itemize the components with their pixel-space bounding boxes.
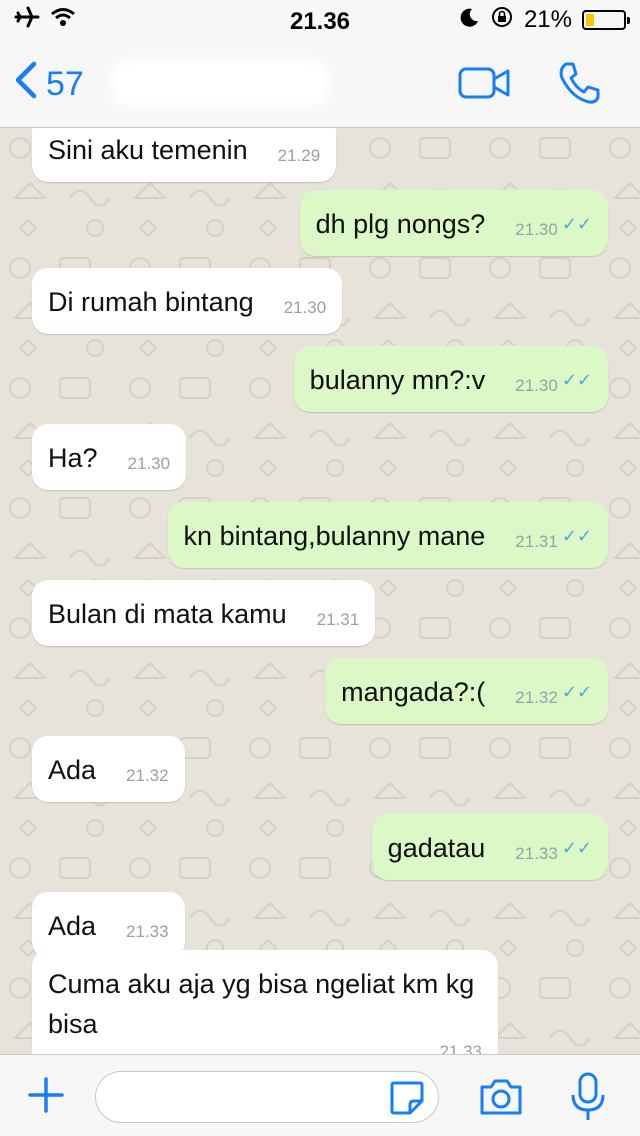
- message-text: kn bintang,bulanny mane: [183, 521, 486, 551]
- message-text: mangada?:(: [341, 677, 486, 707]
- message-text: dh plg nongs?: [315, 209, 486, 239]
- message-text: bulanny mn?:v: [309, 365, 486, 395]
- message-bubble-incoming[interactable]: Di rumah bintang 21.30: [32, 268, 343, 334]
- message-time: 21.31: [316, 610, 360, 629]
- chat-area[interactable]: Sini aku temenin 21.29 dh plg nongs? 21.30…: [0, 128, 640, 1054]
- message-bubble-incoming[interactable]: Sini aku temenin 21.29: [32, 128, 337, 182]
- plus-icon: [26, 1077, 66, 1119]
- message-time: 21.32: [515, 688, 558, 707]
- message-time: 21.29: [277, 146, 321, 165]
- message-time: 21.30: [127, 454, 171, 473]
- message-bubble-incoming[interactable]: Ada 21.32: [32, 736, 185, 802]
- message-text: gadatau: [387, 833, 486, 863]
- back-button[interactable]: 57: [14, 60, 84, 109]
- message-time: 21.32: [126, 766, 169, 785]
- message-text: Sini aku temenin: [48, 135, 248, 165]
- message-bubble-outgoing[interactable]: gadatau 21.33 ✓✓: [371, 814, 608, 880]
- attach-button[interactable]: [26, 1075, 66, 1120]
- sticker-icon: [388, 1081, 426, 1121]
- back-count: 57: [46, 65, 84, 103]
- do-not-disturb-icon: [460, 6, 480, 34]
- message-bubble-incoming[interactable]: Bulan di mata kamu 21.31: [32, 580, 376, 646]
- status-bar: 21.36 21%: [0, 0, 640, 40]
- battery-icon: [582, 10, 630, 30]
- message-text: Ada: [48, 911, 97, 941]
- message-bubble-outgoing[interactable]: mangada?:( 21.32 ✓✓: [325, 658, 608, 724]
- read-receipt-icon: ✓✓: [561, 526, 592, 546]
- message-text: Ada: [48, 755, 97, 785]
- status-left: [14, 6, 76, 35]
- camera-icon: [478, 1079, 524, 1121]
- voice-message-button[interactable]: [570, 1071, 606, 1128]
- message-time: 21.33: [515, 844, 558, 863]
- message-time: 21.30: [515, 220, 558, 239]
- orientation-lock-icon: [490, 5, 514, 36]
- message-bubble-outgoing[interactable]: kn bintang,bulanny mane 21.31 ✓✓: [167, 502, 608, 568]
- message-text: Bulan di mata kamu: [48, 599, 287, 629]
- wifi-icon: [50, 6, 76, 34]
- read-receipt-icon: ✓✓: [561, 370, 592, 390]
- message-bubble-outgoing[interactable]: dh plg nongs? 21.30 ✓✓: [299, 190, 608, 256]
- microphone-icon: [570, 1072, 606, 1127]
- voice-call-button[interactable]: [556, 60, 602, 111]
- message-bubble-outgoing[interactable]: bulanny mn?:v 21.30 ✓✓: [293, 346, 608, 412]
- airplane-mode-icon: [14, 6, 40, 35]
- message-time: 21.30: [515, 376, 558, 395]
- battery-fill: [586, 14, 594, 26]
- camera-button[interactable]: [478, 1077, 524, 1122]
- read-receipt-icon: ✓✓: [561, 214, 592, 234]
- message-time: 21.33: [126, 922, 169, 941]
- chevron-left-icon: [14, 60, 38, 109]
- battery-percent: 21%: [523, 6, 572, 33]
- phone-icon: [556, 62, 602, 110]
- video-camera-icon: [458, 67, 510, 104]
- message-time: 21.33: [439, 1042, 482, 1054]
- read-receipt-icon: ✓✓: [561, 838, 592, 858]
- contact-name-redacted[interactable]: [110, 58, 330, 108]
- composer-bar: [0, 1054, 640, 1136]
- video-call-button[interactable]: [458, 66, 510, 105]
- message-time: 21.30: [283, 298, 327, 317]
- message-bubble-incoming[interactable]: Ha? 21.30: [32, 424, 187, 490]
- message-text: Ha?: [48, 443, 98, 473]
- message-time: 21.31: [515, 532, 558, 551]
- read-receipt-icon: ✓✓: [561, 682, 592, 702]
- chat-header: 57: [0, 40, 640, 128]
- message-bubble-incoming[interactable]: Cuma aku aja yg bisa ngeliat km kg bisa …: [32, 950, 498, 1054]
- message-bubble-incoming[interactable]: Ada 21.33: [32, 892, 185, 958]
- message-text: Di rumah bintang: [48, 287, 254, 317]
- status-right: 21%: [460, 5, 630, 36]
- sticker-button[interactable]: [388, 1079, 426, 1122]
